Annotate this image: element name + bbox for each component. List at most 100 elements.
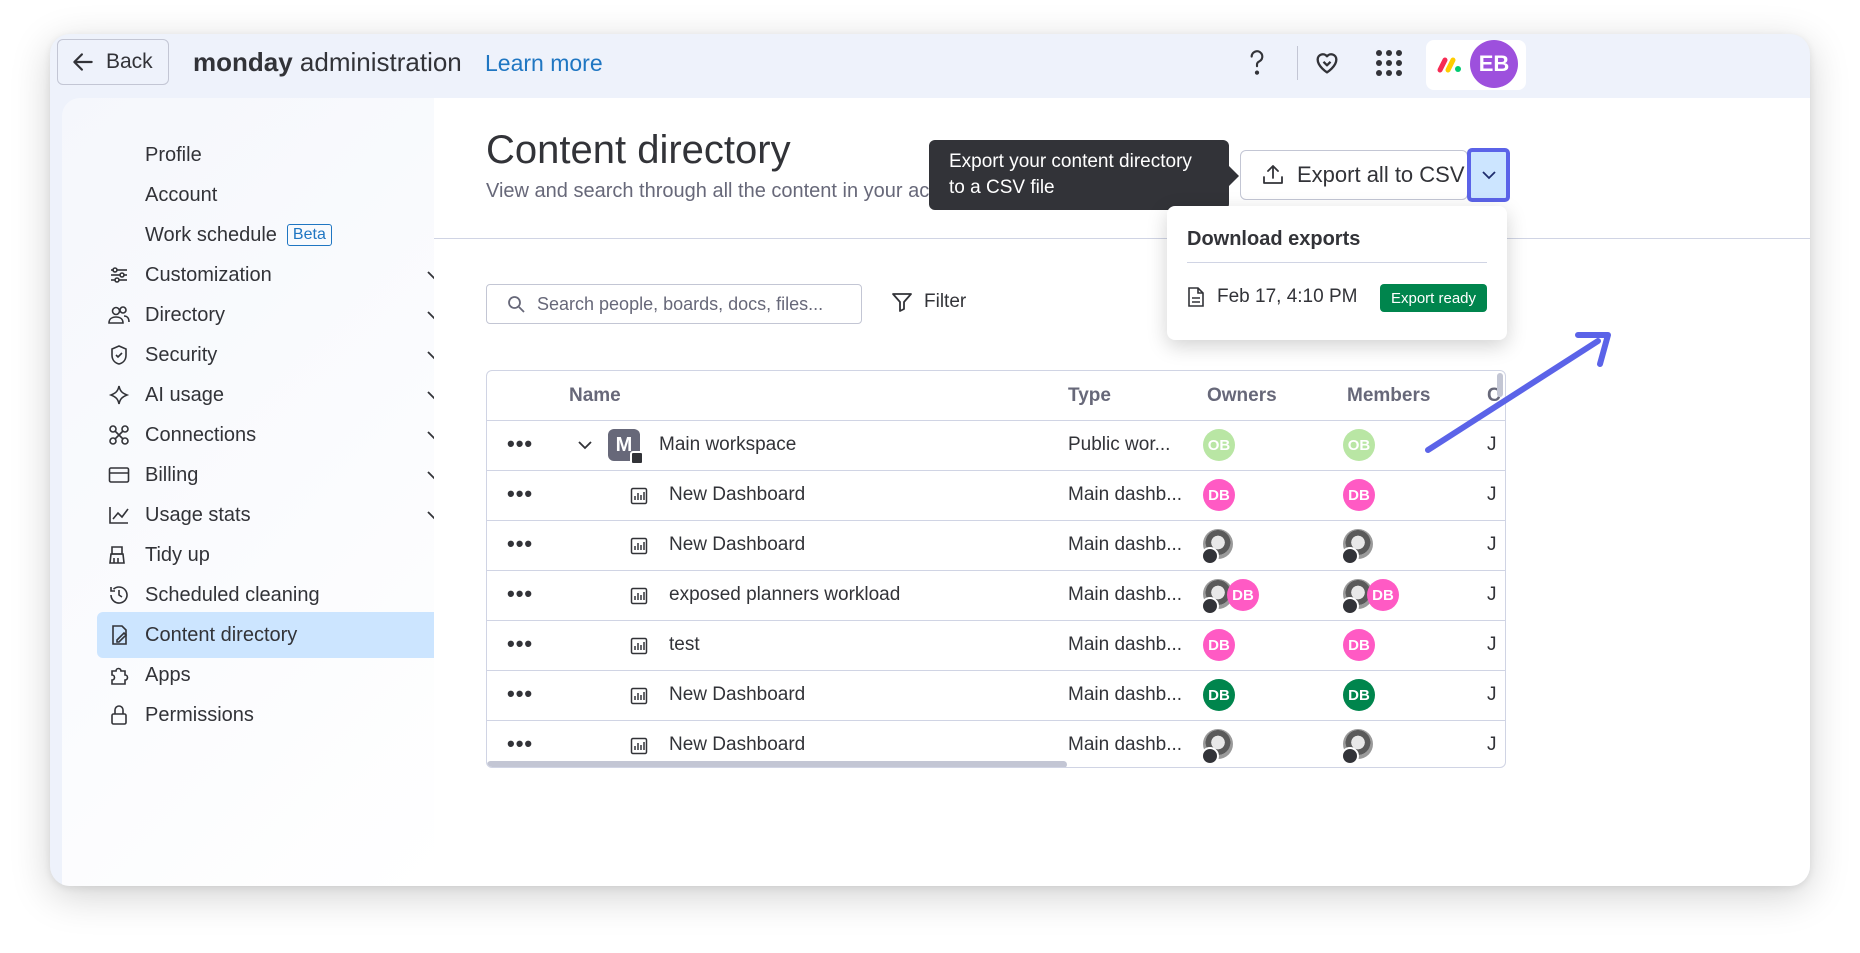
sparkle-icon [105, 381, 133, 409]
page-subtitle: View and search through all the content … [486, 180, 984, 202]
table-row[interactable]: ••• New Dashboard Main dashb... DB DB J [487, 670, 1505, 720]
search-icon [508, 296, 525, 313]
back-button[interactable]: Back [57, 39, 169, 85]
sidebar: Profile Account Work schedule Beta Custom… [62, 98, 465, 886]
file-icon [1188, 287, 1204, 307]
row-type: Main dashb... [1068, 484, 1183, 505]
dashboard-icon [630, 487, 648, 505]
member-avatar[interactable]: DB [1367, 579, 1399, 611]
page-title: Content directory [486, 128, 791, 172]
row-name[interactable]: exposed planners workload [669, 584, 900, 606]
row-name[interactable]: test [669, 634, 700, 656]
lock-icon [105, 701, 133, 729]
dashboard-icon [630, 537, 648, 555]
horizontal-scrollbar[interactable] [487, 761, 1067, 767]
download-exports-panel: Download exports Feb 17, 4:10 PM Export … [1167, 206, 1507, 340]
vertical-scrollbar[interactable] [1497, 373, 1503, 397]
export-file-item[interactable]: Feb 17, 4:10 PM [1187, 286, 1357, 308]
content-table: Name Type Owners Members C ••• M Main work… [486, 370, 1506, 768]
app-title: monday administration [193, 47, 462, 78]
top-bar: Back monday administration Learn more EB [50, 34, 1810, 98]
row-c-value: J [1487, 684, 1497, 705]
brand-rest: administration [292, 47, 462, 77]
row-name[interactable]: New Dashboard [669, 484, 805, 506]
apps-grid-icon[interactable] [1370, 44, 1408, 82]
help-icon[interactable] [1238, 44, 1276, 82]
row-c-value: J [1487, 634, 1497, 655]
member-avatar[interactable]: DB [1343, 479, 1375, 511]
sidebar-item-label: Account [145, 183, 218, 206]
table-row[interactable]: ••• M Main workspace Public wor... OB OB J [487, 420, 1505, 470]
sidebar-item-label: Content directory [145, 623, 298, 646]
row-menu-icon[interactable]: ••• [507, 531, 533, 557]
back-label: Back [106, 50, 153, 73]
row-type: Public wor... [1068, 434, 1171, 455]
owner-avatar[interactable]: DB [1227, 579, 1259, 611]
member-avatar[interactable]: OB [1343, 429, 1375, 461]
row-c-value: J [1487, 734, 1497, 755]
header-divider [434, 238, 1810, 239]
beta-badge: Beta [286, 223, 332, 246]
export-tooltip: Export your content directory to a CSV f… [929, 140, 1239, 210]
user-avatar[interactable]: EB [1470, 40, 1518, 88]
search-input[interactable]: Search people, boards, docs, files... [486, 284, 862, 324]
member-avatar[interactable]: DB [1343, 679, 1375, 711]
row-c-value: J [1487, 484, 1497, 505]
puzzle-icon [105, 661, 133, 689]
owner-avatar[interactable]: OB [1203, 429, 1235, 461]
table-row[interactable]: ••• New Dashboard Main dashb... DB DB J [487, 470, 1505, 520]
chevron-down-icon[interactable] [578, 441, 592, 450]
column-header-members[interactable]: Members [1347, 385, 1430, 407]
shield-icon [105, 341, 133, 369]
member-avatar-photo[interactable] [1341, 529, 1373, 565]
row-c-value: J [1487, 584, 1497, 605]
export-dropdown-button[interactable] [1467, 148, 1510, 202]
learn-more-link[interactable]: Learn more [485, 50, 603, 77]
row-name[interactable]: New Dashboard [669, 534, 805, 556]
sidebar-item-label: Work schedule Beta [145, 223, 465, 247]
sidebar-item-permissions[interactable]: Permissions [97, 692, 465, 738]
sidebar-item-label: Profile [145, 143, 202, 166]
column-header-name[interactable]: Name [569, 385, 621, 407]
owner-avatar[interactable]: DB [1203, 679, 1235, 711]
heart-icon[interactable] [1308, 44, 1346, 82]
member-avatar[interactable]: DB [1343, 629, 1375, 661]
admin-window: Back monday administration Learn more EB… [50, 34, 1810, 886]
row-menu-icon[interactable]: ••• [507, 431, 533, 457]
owner-avatar-photo[interactable] [1201, 729, 1233, 765]
row-menu-icon[interactable]: ••• [507, 681, 533, 707]
table-row[interactable]: ••• exposed planners workload Main dashb..… [487, 570, 1505, 620]
row-name[interactable]: New Dashboard [669, 684, 805, 706]
owner-avatar[interactable]: DB [1203, 479, 1235, 511]
dashboard-icon [630, 637, 648, 655]
export-ready-badge[interactable]: Export ready [1380, 284, 1487, 312]
row-menu-icon[interactable]: ••• [507, 731, 533, 757]
export-csv-button[interactable]: Export all to CSV [1240, 150, 1468, 200]
sidebar-item-label: Usage stats [145, 503, 251, 526]
row-type: Main dashb... [1068, 734, 1183, 755]
people-icon [105, 301, 133, 329]
row-menu-icon[interactable]: ••• [507, 481, 533, 507]
sidebar-item-label: Directory [145, 303, 226, 326]
upload-icon [1263, 165, 1283, 184]
owner-avatar[interactable]: DB [1203, 629, 1235, 661]
arrow-left-icon [73, 53, 93, 71]
row-menu-icon[interactable]: ••• [507, 631, 533, 657]
row-name[interactable]: New Dashboard [669, 734, 805, 756]
sliders-icon [105, 261, 133, 289]
home-icon [630, 451, 644, 465]
column-header-owners[interactable]: Owners [1207, 385, 1277, 407]
row-name[interactable]: Main workspace [659, 434, 796, 456]
filter-button[interactable]: Filter [890, 290, 966, 314]
export-file-label: Feb 17, 4:10 PM [1217, 286, 1358, 307]
member-avatar-photo[interactable] [1341, 729, 1373, 765]
table-row[interactable]: ••• New Dashboard Main dashb... J [487, 520, 1505, 570]
main-content: Content directory View and search throug… [434, 98, 1810, 886]
column-header-type[interactable]: Type [1068, 385, 1111, 407]
dashboard-icon [630, 587, 648, 605]
sidebar-item-label: Apps [145, 663, 191, 686]
table-row[interactable]: ••• test Main dashb... DB DB J [487, 620, 1505, 670]
owner-avatar-photo[interactable] [1201, 529, 1233, 565]
row-type: Main dashb... [1068, 584, 1183, 605]
row-menu-icon[interactable]: ••• [507, 581, 533, 607]
